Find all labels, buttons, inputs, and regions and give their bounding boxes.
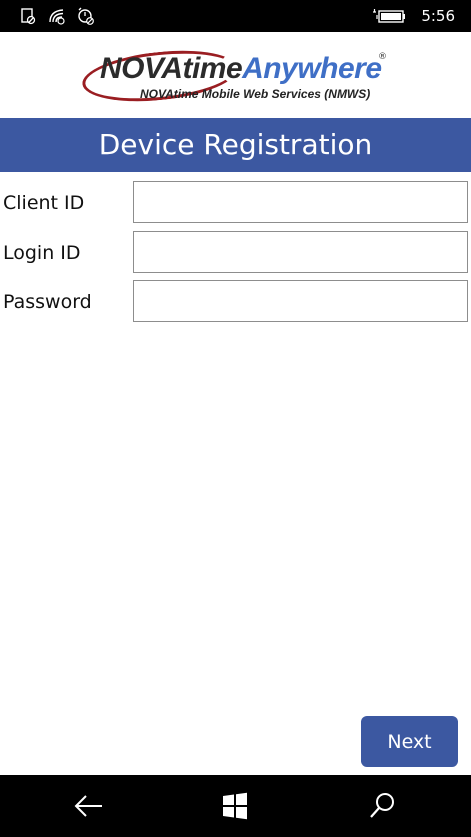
logo-subtitle: NOVAtime Mobile Web Services (NMWS) xyxy=(140,87,371,101)
page-title: Device Registration xyxy=(0,118,471,172)
search-icon[interactable] xyxy=(362,788,402,824)
logo-title-part2: Anywhere xyxy=(242,52,382,85)
alarm-off-icon xyxy=(76,6,96,26)
next-button[interactable]: Next xyxy=(361,716,458,767)
navigation-bar xyxy=(0,775,471,837)
login-id-label: Login ID xyxy=(3,242,81,264)
password-field[interactable] xyxy=(133,280,468,322)
back-icon[interactable] xyxy=(68,788,108,824)
logo-title-part1: NOVAtime xyxy=(100,52,243,85)
windows-start-icon[interactable] xyxy=(215,788,255,824)
app-logo: NOVAtimeAnywhere xyxy=(100,52,382,86)
password-label: Password xyxy=(3,291,92,313)
status-bar: 5:56 xyxy=(0,0,471,32)
login-id-field[interactable] xyxy=(133,231,468,273)
wifi-icon xyxy=(47,6,67,26)
clock-time: 5:56 xyxy=(421,7,455,25)
logo-area: NOVAtimeAnywhere ® NOVAtime Mobile Web S… xyxy=(0,32,471,118)
battery-charging-icon xyxy=(372,6,406,26)
client-id-field[interactable] xyxy=(133,181,468,223)
client-id-label: Client ID xyxy=(3,192,85,214)
logo-registered-mark: ® xyxy=(378,52,387,62)
notification-blocked-icon xyxy=(18,6,38,26)
